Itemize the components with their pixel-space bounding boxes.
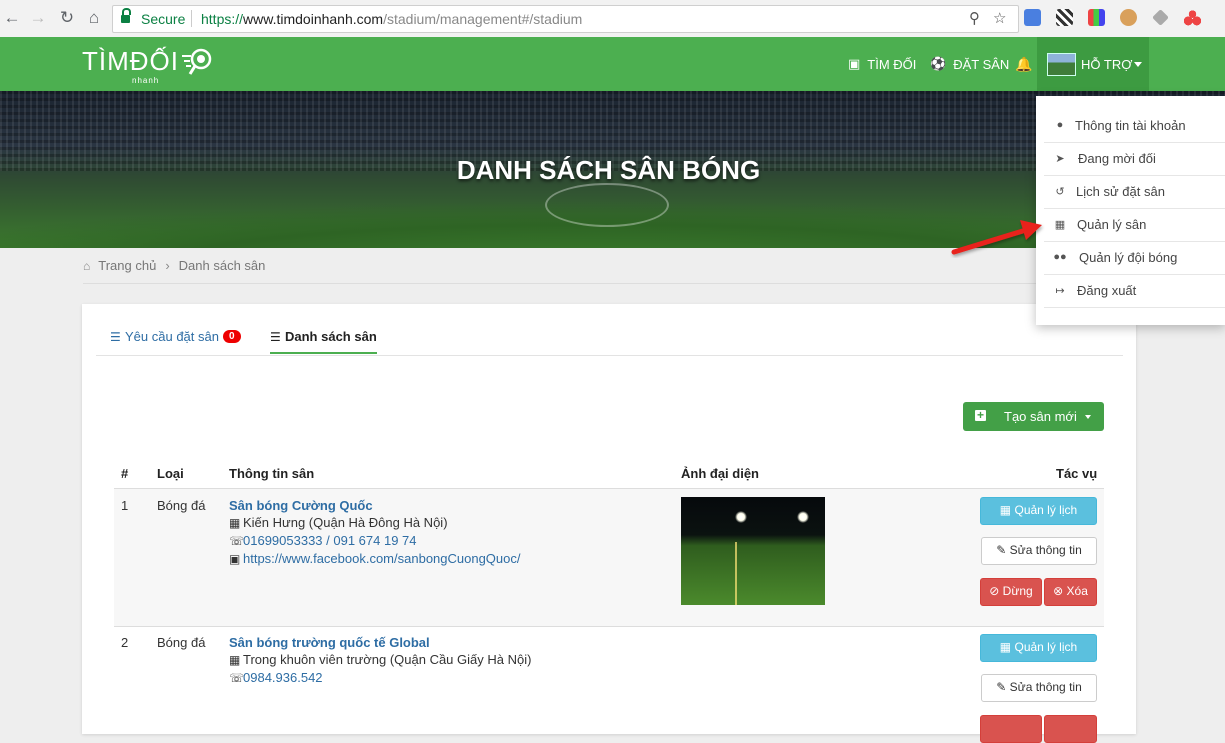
user-icon: ● (1056, 119, 1064, 131)
breadcrumb-current: Danh sách sân (178, 258, 266, 273)
list-icon: ☰ (270, 329, 281, 344)
manage-schedule-button[interactable]: ▦ Quản lý lịch (980, 497, 1097, 525)
col-header-photo: Ảnh đại diện (681, 466, 759, 481)
support-menu-toggle[interactable]: HỖ TRỢ (1037, 37, 1149, 91)
row-type: Bóng đá (157, 498, 206, 513)
support-dropdown-menu: ● Thông tin tài khoản ➤ Đang mời đối ↺ L… (1036, 96, 1225, 325)
stadium-phone[interactable]: 01699053333 / 091 674 19 74 (243, 533, 417, 548)
stadium-name-link[interactable]: Sân bóng trường quốc tế Global (229, 634, 531, 651)
pencil-icon: ✎ (996, 543, 1007, 557)
row-type: Bóng đá (157, 635, 206, 650)
ball-search-icon (182, 48, 212, 75)
chart-ext-icon[interactable] (1088, 9, 1105, 26)
send-icon: ➤ (1055, 153, 1065, 165)
translate-ext-icon[interactable] (1024, 9, 1041, 26)
qr-ext-icon[interactable] (1056, 9, 1073, 26)
breadcrumb: ⌂ Trang chủ › Danh sách sân (83, 258, 265, 273)
menu-item-manage-stadium[interactable]: ▦ Quản lý sân (1044, 208, 1225, 242)
stadium-address: Kiến Hưng (Quận Hà Đông Hà Nội) (243, 515, 448, 530)
home-icon: ⌂ (83, 258, 91, 273)
stadium-panel: ☰ Yêu cầu đặt sân 0 ☰ Danh sách sân + Tạ… (82, 304, 1136, 743)
drive-ext-icon[interactable] (1152, 9, 1169, 26)
nav-find-team[interactable]: ▣ TÌM ĐỐI (848, 37, 916, 91)
stadium-name-link[interactable]: Sân bóng Cường Quốc (229, 497, 521, 514)
facebook-icon: ▣ (229, 552, 241, 566)
col-header-info: Thông tin sân (229, 466, 315, 481)
request-count-badge: 0 (222, 330, 241, 343)
notification-bell[interactable]: 🔔 (1015, 37, 1032, 91)
avatar (1047, 53, 1076, 76)
col-header-num: # (121, 466, 129, 481)
chevron-right-icon: › (165, 258, 170, 273)
row-num: 2 (121, 635, 129, 650)
site-logo[interactable]: TÌMĐỐI nhanh (82, 46, 212, 85)
tab-bar: ☰ Yêu cầu đặt sân 0 ☰ Danh sách sân (96, 304, 1123, 356)
phone-icon: ☏ (229, 534, 245, 548)
chevron-down-icon (1085, 415, 1091, 419)
page-title: DANH SÁCH SÂN BÓNG (456, 155, 761, 185)
tab-booking-requests[interactable]: ☰ Yêu cầu đặt sân 0 (110, 329, 241, 344)
stadium-info: Sân bóng trường quốc tế Global ▦ Trong kh… (229, 634, 531, 687)
star-icon[interactable]: ☆ (993, 9, 1006, 27)
browser-toolbar: ← → ↻ ⌂ Secure https://www.timdoinhanh.c… (0, 0, 1225, 38)
pencil-icon: ✎ (996, 680, 1007, 694)
forward-icon[interactable]: → (28, 8, 48, 28)
delete-button[interactable]: ⊗ Xóa (1044, 578, 1097, 606)
back-icon[interactable]: ← (2, 8, 22, 28)
reload-icon[interactable]: ↻ (57, 8, 77, 28)
logout-icon: ↦ (1055, 285, 1065, 297)
zoom-icon[interactable]: ⚲ (969, 9, 980, 27)
nav-book-field[interactable]: ⚽ ĐẶT SÂN (930, 37, 1009, 91)
menu-item-manage-team[interactable]: ●● Quản lý đội bóng (1044, 241, 1225, 275)
url-text[interactable]: https://www.timdoinhanh.com/stadium/mana… (201, 11, 582, 27)
menu-item-pending-invites[interactable]: ➤ Đang mời đối (1044, 142, 1225, 176)
home-icon[interactable]: ⌂ (84, 8, 104, 28)
ban-icon: ⊘ (989, 584, 1000, 598)
cookie-ext-icon[interactable] (1120, 9, 1137, 26)
row-num: 1 (121, 498, 129, 513)
list-icon: ☰ (110, 329, 121, 344)
tab-stadium-list[interactable]: ☰ Danh sách sân (270, 329, 377, 344)
grid-icon: ▦ (1054, 219, 1066, 231)
stop-button[interactable] (980, 715, 1042, 743)
edit-info-button[interactable]: ✎ Sửa thông tin (981, 674, 1097, 702)
asana-ext-icon[interactable] (1184, 9, 1201, 26)
map-icon: ▦ (229, 653, 241, 667)
site-header: TÌMĐỐI nhanh ▣ TÌM ĐỐI ⚽ ĐẶT SÂN 🔔 HỖ TR… (0, 37, 1225, 91)
lock-icon (121, 8, 131, 23)
address-bar[interactable]: Secure https://www.timdoinhanh.com/stadi… (112, 5, 1019, 33)
delete-button[interactable] (1044, 715, 1097, 743)
red-arrow-annotation (951, 220, 1042, 255)
bell-icon: 🔔 (1015, 55, 1033, 72)
edit-info-button[interactable]: ✎ Sửa thông tin (981, 537, 1097, 565)
stadium-facebook-link[interactable]: https://www.facebook.com/sanbongCuongQuo… (243, 551, 521, 566)
phone-icon: ☏ (229, 671, 245, 685)
trophy-icon: ▣ (848, 56, 861, 71)
menu-item-logout[interactable]: ↦ Đăng xuất (1044, 274, 1225, 308)
users-icon: ●● (1053, 251, 1067, 263)
manage-schedule-button[interactable]: ▦ Quản lý lịch (980, 634, 1097, 662)
calendar-icon: ▦ (999, 640, 1012, 654)
col-header-actions: Tác vụ (1056, 466, 1098, 481)
stadium-phone[interactable]: 0984.936.542 (243, 670, 323, 685)
chevron-down-icon (1134, 62, 1142, 67)
map-icon: ▦ (229, 516, 241, 530)
stadium-photo (681, 497, 825, 605)
breadcrumb-home[interactable]: Trang chủ (98, 258, 156, 273)
secure-label: Secure (141, 11, 186, 27)
history-icon: ↺ (1055, 186, 1065, 198)
menu-item-booking-history[interactable]: ↺ Lịch sử đặt sân (1044, 175, 1225, 209)
stadium-info: Sân bóng Cường Quốc ▦ Kiến Hưng (Quận Hà … (229, 497, 521, 568)
plus-icon: + (975, 408, 986, 422)
stop-button[interactable]: ⊘ Dừng (980, 578, 1042, 606)
create-stadium-button[interactable]: + Tạo sân mới (963, 402, 1104, 431)
col-header-type: Loại (157, 466, 184, 481)
menu-item-account-info[interactable]: ● Thông tin tài khoản (1044, 109, 1225, 143)
close-circle-icon: ⊗ (1053, 584, 1064, 598)
calendar-icon: ▦ (999, 503, 1012, 517)
soccer-ball-icon: ⚽ (930, 56, 947, 71)
stadium-address: Trong khuôn viên trường (Quận Cầu Giấy H… (243, 652, 532, 667)
